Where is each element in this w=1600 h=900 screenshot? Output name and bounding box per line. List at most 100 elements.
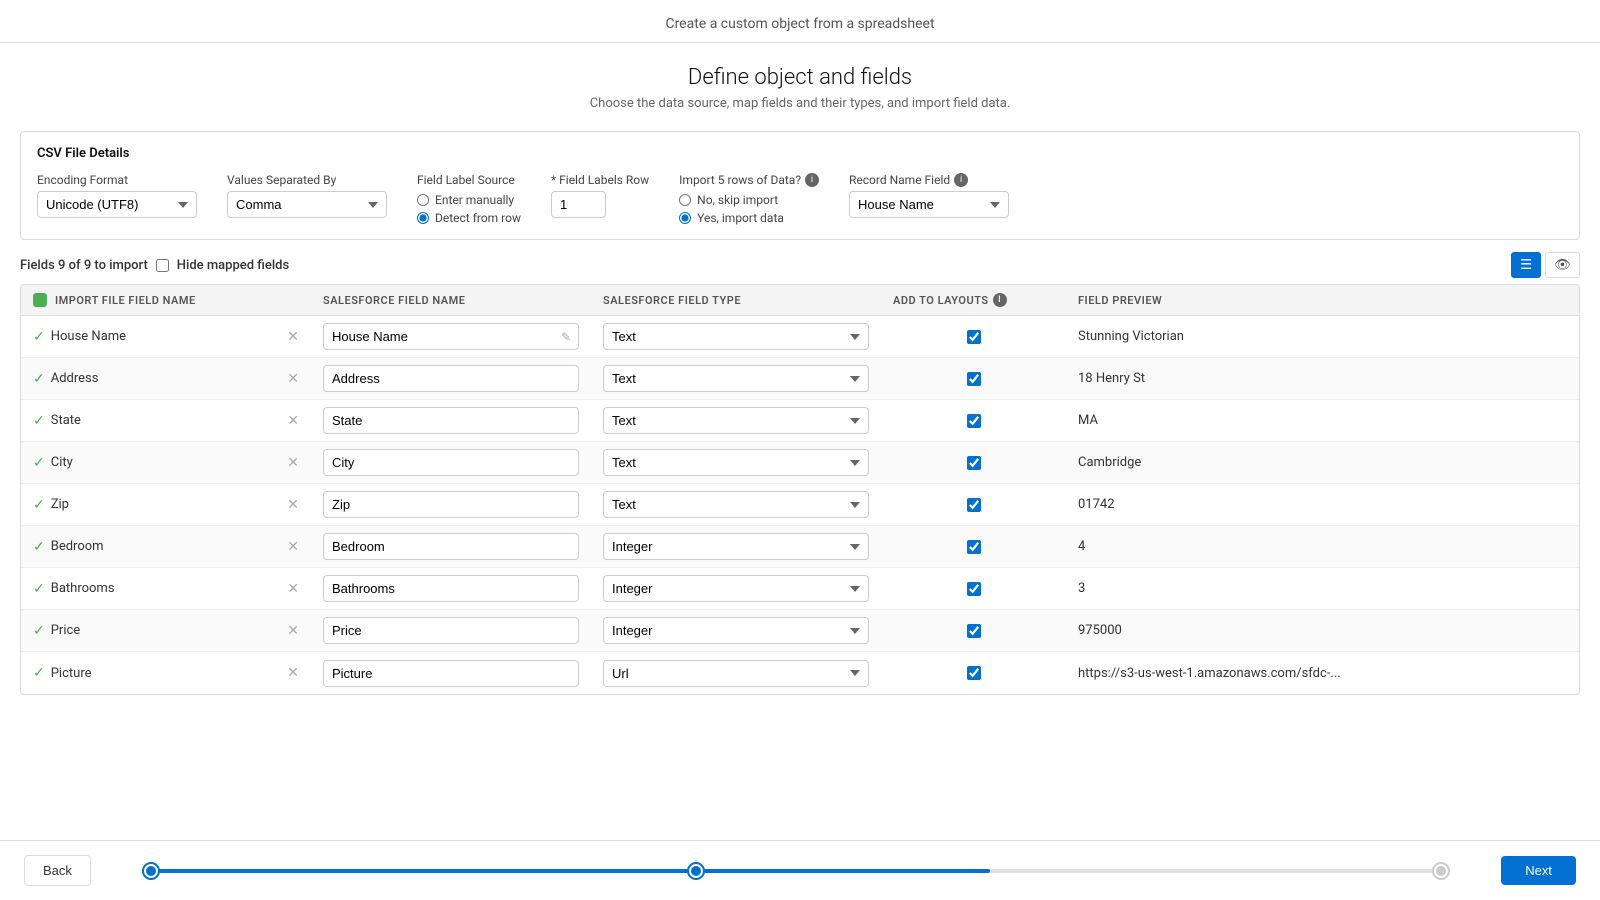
sf-field-type-select[interactable]: TextIntegerUrlNumberCurrencyDateCheckbox…: [603, 449, 869, 476]
no-skip-import-radio[interactable]: [679, 194, 691, 206]
add-to-layouts-checkbox[interactable]: [967, 666, 981, 680]
cell-field-preview: Cambridge: [1066, 449, 1579, 476]
cell-sf-field-type: TextIntegerUrlNumberCurrencyDateCheckbox…: [591, 485, 881, 524]
field-label-source-group: Field Label Source Enter manually Detect…: [417, 173, 521, 225]
sf-field-name-input[interactable]: [323, 323, 579, 350]
remove-field-icon[interactable]: ✕: [287, 623, 299, 639]
cell-sf-field-type: TextIntegerUrlNumberCurrencyDateCheckbox…: [591, 527, 881, 566]
back-button[interactable]: Back: [24, 855, 91, 886]
sf-field-type-select[interactable]: TextIntegerUrlNumberCurrencyDateCheckbox…: [603, 491, 869, 518]
cell-field-preview: MA: [1066, 407, 1579, 434]
progress-bar-area: [91, 869, 1501, 873]
remove-field-icon[interactable]: ✕: [287, 329, 299, 345]
remove-field-icon[interactable]: ✕: [287, 581, 299, 597]
cell-sf-field-type: TextIntegerUrlNumberCurrencyDateCheckbox…: [591, 569, 881, 608]
cell-add-to-layouts: [881, 618, 1066, 644]
cell-field-preview: 3: [1066, 575, 1579, 602]
import-data-group: Import 5 rows of Data? i No, skip import…: [679, 173, 819, 225]
cell-add-to-layouts: [881, 492, 1066, 518]
hide-mapped-label[interactable]: Hide mapped fields: [177, 258, 289, 273]
cell-field-preview: 4: [1066, 533, 1579, 560]
sf-field-name-input[interactable]: [323, 449, 579, 476]
import-field-name-text: Bedroom: [51, 539, 282, 554]
add-to-layouts-checkbox[interactable]: [967, 582, 981, 596]
encoding-format-label: Encoding Format: [37, 173, 197, 187]
add-to-layouts-checkbox[interactable]: [967, 414, 981, 428]
sf-field-type-select[interactable]: TextIntegerUrlNumberCurrencyDateCheckbox…: [603, 365, 869, 392]
values-separated-label: Values Separated By: [227, 173, 387, 187]
sf-field-name-input[interactable]: [323, 365, 579, 392]
add-to-layouts-info-icon[interactable]: i: [993, 293, 1007, 307]
detect-from-row-label[interactable]: Detect from row: [417, 211, 521, 225]
sf-field-name-input[interactable]: [323, 491, 579, 518]
add-to-layouts-checkbox[interactable]: [967, 330, 981, 344]
sf-field-name-input[interactable]: [323, 575, 579, 602]
remove-field-icon[interactable]: ✕: [287, 371, 299, 387]
header-sf-field-name: SALESFORCE FIELD NAME: [311, 285, 591, 315]
record-name-info-icon[interactable]: i: [954, 173, 968, 187]
import-field-name-text: Address: [51, 371, 282, 386]
check-icon: ✓: [33, 623, 45, 639]
enter-manually-radio[interactable]: [417, 194, 429, 206]
add-to-layouts-checkbox[interactable]: [967, 372, 981, 386]
record-name-field-select[interactable]: House Name Address City: [849, 191, 1009, 218]
yes-import-text: Yes, import data: [697, 211, 784, 225]
grid-view-button[interactable]: 👁: [1545, 252, 1580, 278]
encoding-format-select[interactable]: Unicode (UTF8) UTF-16 ISO-8859-1: [37, 191, 197, 218]
field-labels-row-input[interactable]: [551, 191, 606, 218]
no-skip-import-label[interactable]: No, skip import: [679, 193, 819, 207]
sf-field-type-select[interactable]: TextIntegerUrlNumberCurrencyDateCheckbox…: [603, 575, 869, 602]
sf-field-type-select[interactable]: TextIntegerUrlNumberCurrencyDateCheckbox…: [603, 617, 869, 644]
cell-sf-field-type: TextIntegerUrlNumberCurrencyDateCheckbox…: [591, 654, 881, 693]
enter-manually-text: Enter manually: [435, 193, 514, 207]
import-data-info-icon[interactable]: i: [805, 173, 819, 187]
table-row: ✓ Price ✕TextIntegerUrlNumberCurrencyDat…: [21, 610, 1579, 652]
check-icon: ✓: [33, 413, 45, 429]
hide-mapped-checkbox[interactable]: [156, 259, 169, 272]
add-to-layouts-checkbox[interactable]: [967, 624, 981, 638]
add-to-layouts-checkbox[interactable]: [967, 498, 981, 512]
next-button[interactable]: Next: [1501, 856, 1576, 885]
sf-field-name-input[interactable]: [323, 617, 579, 644]
table-row: ✓ City ✕TextIntegerUrlNumberCurrencyDate…: [21, 442, 1579, 484]
list-view-button[interactable]: ☰: [1511, 252, 1541, 278]
table-header-row: IMPORT FILE FIELD NAME SALESFORCE FIELD …: [21, 285, 1579, 316]
progress-fill: [151, 869, 990, 873]
progress-dot-end: [1434, 864, 1448, 878]
cell-sf-field-type: TextIntegerUrlNumberCurrencyDateCheckbox…: [591, 359, 881, 398]
values-separated-group: Values Separated By Comma Semicolon Tab …: [227, 173, 387, 218]
sf-field-type-select[interactable]: TextIntegerUrlNumberCurrencyDateCheckbox…: [603, 407, 869, 434]
detect-from-row-radio[interactable]: [417, 212, 429, 224]
remove-field-icon[interactable]: ✕: [287, 413, 299, 429]
sf-field-name-input[interactable]: [323, 407, 579, 434]
import-field-name-text: Zip: [51, 497, 282, 512]
footer: Back Next: [0, 840, 1600, 900]
cell-field-preview: 975000: [1066, 617, 1579, 644]
import-field-name-text: House Name: [51, 329, 282, 344]
progress-dot-start: [144, 864, 158, 878]
remove-field-icon[interactable]: ✕: [287, 497, 299, 513]
remove-field-icon[interactable]: ✕: [287, 665, 299, 681]
sf-field-type-select[interactable]: TextIntegerUrlNumberCurrencyDateCheckbox…: [603, 323, 869, 350]
sf-field-name-input[interactable]: [323, 533, 579, 560]
field-label-source-radios: Enter manually Detect from row: [417, 193, 521, 225]
table-row: ✓ Bathrooms ✕TextIntegerUrlNumberCurrenc…: [21, 568, 1579, 610]
table-row: ✓ Address ✕ TextIntegerUrlNumberCurrencyD…: [21, 358, 1579, 400]
values-separated-select[interactable]: Comma Semicolon Tab Pipe: [227, 191, 387, 218]
yes-import-label[interactable]: Yes, import data: [679, 211, 819, 225]
view-toggle: ☰ 👁: [1511, 252, 1580, 278]
cell-import-name: ✓ Picture ✕: [21, 659, 311, 687]
remove-field-icon[interactable]: ✕: [287, 455, 299, 471]
add-to-layouts-checkbox[interactable]: [967, 540, 981, 554]
enter-manually-label[interactable]: Enter manually: [417, 193, 521, 207]
sf-field-type-select[interactable]: TextIntegerUrlNumberCurrencyDateCheckbox…: [603, 533, 869, 560]
add-to-layouts-checkbox[interactable]: [967, 456, 981, 470]
top-bar: Create a custom object from a spreadshee…: [0, 0, 1600, 43]
sf-field-type-select[interactable]: TextIntegerUrlNumberCurrencyDateCheckbox…: [603, 660, 869, 687]
cell-import-name: ✓ Address ✕: [21, 365, 311, 393]
sf-field-name-input[interactable]: [323, 660, 579, 687]
yes-import-radio[interactable]: [679, 212, 691, 224]
import-field-name-text: Picture: [51, 666, 282, 681]
fields-section-header: Fields 9 of 9 to import Hide mapped fiel…: [20, 252, 1580, 278]
remove-field-icon[interactable]: ✕: [287, 539, 299, 555]
